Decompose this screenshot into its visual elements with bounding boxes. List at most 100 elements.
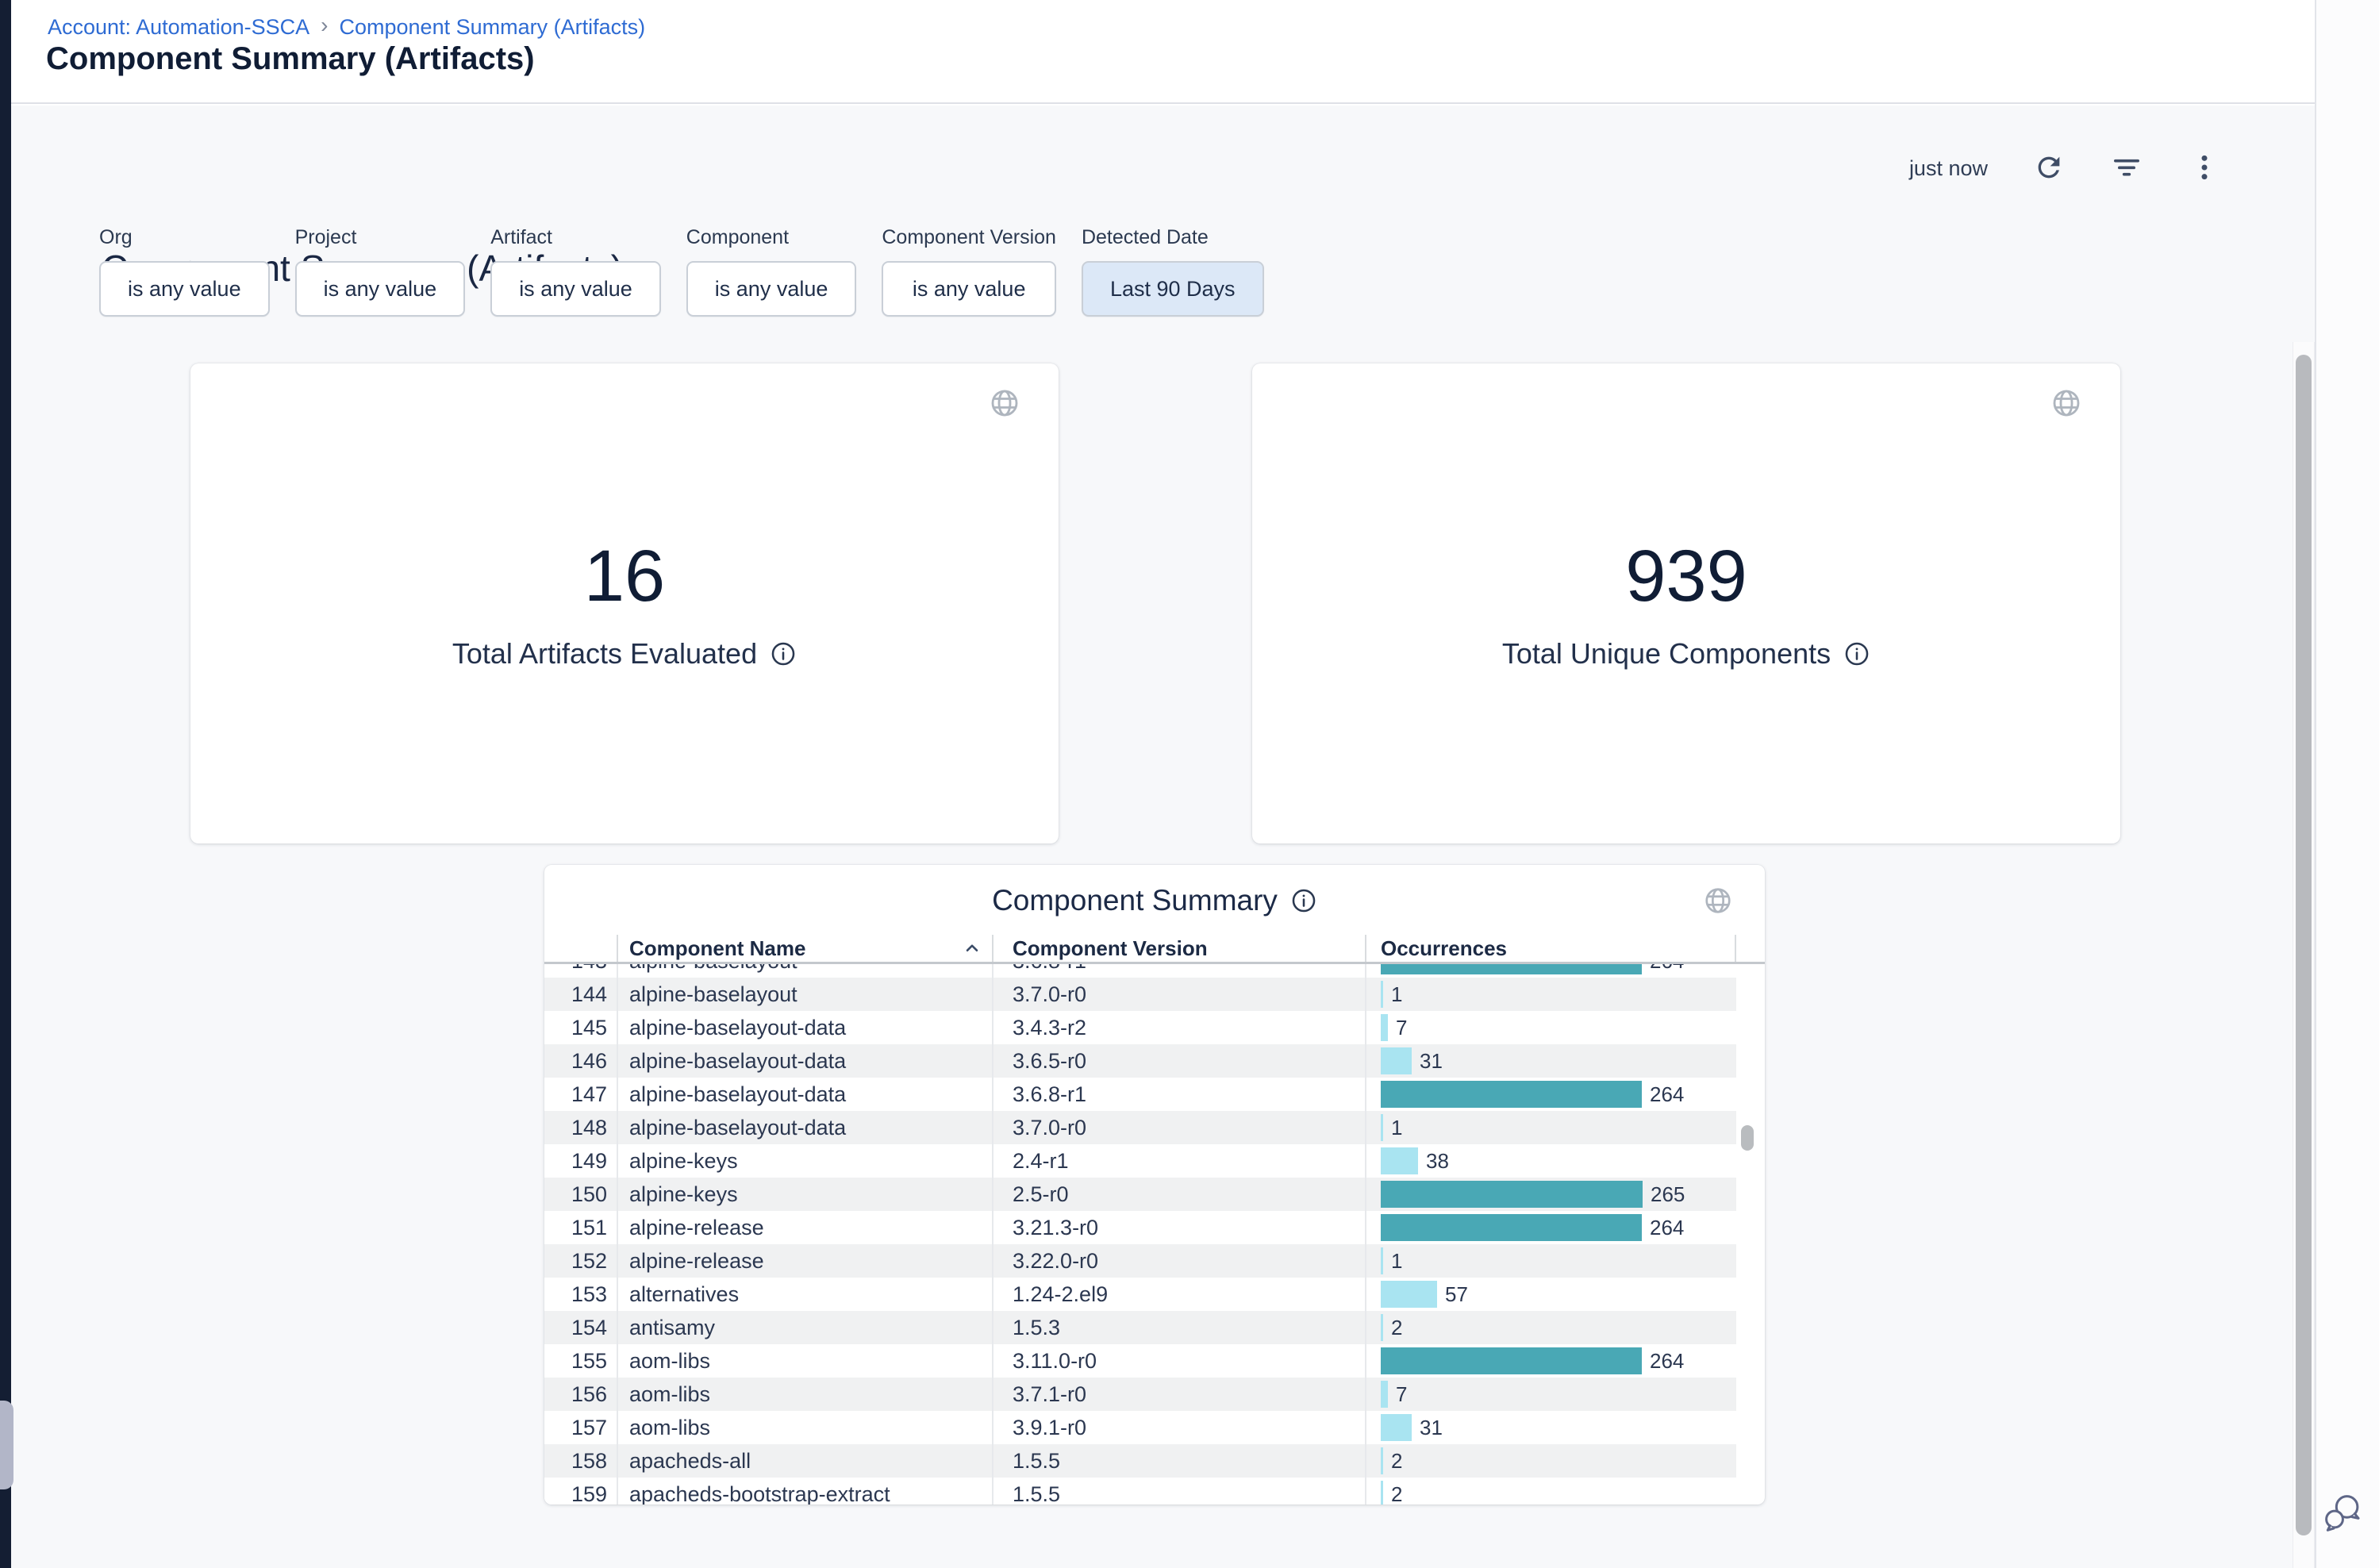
- occurrence-bar: [1381, 1181, 1643, 1208]
- occurrences-cell: 2: [1365, 1444, 1736, 1478]
- table-row[interactable]: 146alpine-baselayout-data3.6.5-r031: [544, 1044, 1736, 1078]
- page-header: Account: Automation-SSCA › Component Sum…: [11, 0, 2315, 104]
- globe-icon: [2050, 387, 2082, 423]
- occurrence-bar: [1381, 1014, 1388, 1041]
- row-index: 153: [544, 1278, 617, 1311]
- table-body: 143alpine-baselayout3.6.8-r1264 144alpin…: [544, 964, 1736, 1505]
- table-row[interactable]: 151alpine-release3.21.3-r0264: [544, 1211, 1736, 1244]
- filter-bar: Org is any value Project is any value Ar…: [99, 226, 1264, 317]
- table-row[interactable]: 143alpine-baselayout3.6.8-r1264: [544, 964, 1736, 978]
- occurrences-column-header[interactable]: Occurrences: [1365, 935, 1736, 962]
- table-row[interactable]: 158apacheds-all1.5.52: [544, 1444, 1736, 1478]
- occurrence-value: 264: [1650, 1082, 1684, 1107]
- table-row[interactable]: 148alpine-baselayout-data3.7.0-r01: [544, 1111, 1736, 1144]
- component-name-cell: alpine-keys: [617, 1178, 992, 1211]
- table-row[interactable]: 153alternatives1.24-2.el957: [544, 1278, 1736, 1311]
- row-index: 143: [544, 964, 617, 978]
- occurrences-cell: 38: [1365, 1144, 1736, 1178]
- filter-org-chip[interactable]: is any value: [99, 261, 270, 317]
- table-scrollbar[interactable]: [1736, 964, 1758, 1496]
- table-row[interactable]: 157aom-libs3.9.1-r031: [544, 1411, 1736, 1444]
- occurrences-cell: 2: [1365, 1311, 1736, 1344]
- occurrence-value: 1: [1391, 982, 1402, 1007]
- row-index: 155: [544, 1344, 617, 1378]
- breadcrumb: Account: Automation-SSCA › Component Sum…: [48, 14, 645, 40]
- occurrence-value: 2: [1391, 1482, 1402, 1505]
- column-label: Occurrences: [1381, 936, 1507, 961]
- filter-project-chip[interactable]: is any value: [295, 261, 466, 317]
- occurrence-value: 2: [1391, 1449, 1402, 1474]
- table-row[interactable]: 156aom-libs3.7.1-r07: [544, 1378, 1736, 1411]
- chat-support-button[interactable]: [2318, 1489, 2369, 1539]
- component-summary-card: Component Summary Component Name: [544, 865, 1765, 1505]
- table-row[interactable]: 149alpine-keys2.4-r138: [544, 1144, 1736, 1178]
- component-version-cell: 3.6.5-r0: [992, 1044, 1365, 1078]
- component-version-cell: 3.6.8-r1: [992, 1078, 1365, 1111]
- stat-label: Total Artifacts Evaluated: [452, 637, 757, 671]
- occurrence-value: 264: [1650, 1216, 1684, 1240]
- occurrence-bar: [1381, 1281, 1437, 1308]
- occurrence-bar: [1381, 1114, 1383, 1141]
- filter-component: Component is any value: [686, 226, 857, 317]
- component-version-cell: 3.7.0-r0: [992, 1111, 1365, 1144]
- collapsed-nav-strip[interactable]: [0, 0, 11, 1568]
- table-title: Component Summary: [992, 884, 1278, 917]
- occurrence-bar: [1381, 1314, 1383, 1341]
- info-icon[interactable]: [1843, 640, 1870, 667]
- component-name-cell: apacheds-all: [617, 1444, 992, 1478]
- filter-component-chip[interactable]: is any value: [686, 261, 857, 317]
- occurrences-cell: 264: [1365, 1344, 1736, 1378]
- refresh-button[interactable]: [2032, 152, 2066, 185]
- nav-drawer-handle[interactable]: [0, 1401, 13, 1489]
- filter-org: Org is any value: [99, 226, 270, 317]
- filter-label: Component: [686, 226, 857, 249]
- filter-icon: [2111, 152, 2143, 186]
- info-icon[interactable]: [1290, 887, 1317, 914]
- component-version-cell: 2.5-r0: [992, 1178, 1365, 1211]
- row-index: 157: [544, 1411, 617, 1444]
- row-index: 144: [544, 978, 617, 1011]
- occurrence-value: 7: [1396, 1016, 1407, 1040]
- index-column-header: [544, 935, 617, 962]
- filter-component-version-chip[interactable]: is any value: [882, 261, 1056, 317]
- breadcrumb-account-link[interactable]: Account: Automation-SSCA: [48, 15, 309, 40]
- filter-button[interactable]: [2110, 152, 2143, 185]
- occurrence-value: 264: [1650, 1349, 1684, 1374]
- component-name-cell: alpine-baselayout: [617, 964, 992, 978]
- occurrence-bar: [1381, 1147, 1418, 1174]
- table-row[interactable]: 155aom-libs3.11.0-r0264: [544, 1344, 1736, 1378]
- table-row[interactable]: 145alpine-baselayout-data3.4.3-r27: [544, 1011, 1736, 1044]
- component-version-cell: 3.22.0-r0: [992, 1244, 1365, 1278]
- table-rows: 144alpine-baselayout3.7.0-r01145alpine-b…: [544, 978, 1736, 1505]
- table-row[interactable]: 150alpine-keys2.5-r0265: [544, 1178, 1736, 1211]
- info-icon[interactable]: [770, 640, 797, 667]
- breadcrumb-page-link[interactable]: Component Summary (Artifacts): [340, 15, 646, 40]
- table-scrollbar-thumb[interactable]: [1741, 1125, 1754, 1151]
- occurrence-value: 1: [1391, 1249, 1402, 1274]
- table-row[interactable]: 154antisamy1.5.32: [544, 1311, 1736, 1344]
- filter-artifact-chip[interactable]: is any value: [490, 261, 661, 317]
- component-name-cell: alpine-release: [617, 1211, 992, 1244]
- filter-label: Project: [295, 226, 466, 249]
- table-row[interactable]: 144alpine-baselayout3.7.0-r01: [544, 978, 1736, 1011]
- column-label: Component Name: [629, 936, 805, 961]
- occurrence-value: 264: [1650, 964, 1684, 974]
- occurrences-cell: 1: [1365, 978, 1736, 1011]
- table-row[interactable]: 159apacheds-bootstrap-extract1.5.52: [544, 1478, 1736, 1505]
- kebab-menu-icon: [2189, 152, 2220, 186]
- dashboard-scrollbar-thumb[interactable]: [2296, 355, 2312, 1535]
- occurrence-value: 31: [1420, 1049, 1443, 1074]
- row-index: 148: [544, 1111, 617, 1144]
- component-version-column-header[interactable]: Component Version: [992, 935, 1365, 962]
- component-name-column-header[interactable]: Component Name: [617, 935, 992, 962]
- filter-label: Artifact: [490, 226, 661, 249]
- sort-asc-icon: [962, 938, 982, 959]
- table-row[interactable]: 152alpine-release3.22.0-r01: [544, 1244, 1736, 1278]
- occurrence-bar: [1381, 1347, 1642, 1374]
- filter-detected-date-chip[interactable]: Last 90 Days: [1082, 261, 1264, 317]
- occurrences-cell: 7: [1365, 1378, 1736, 1411]
- panel-divider: [2315, 0, 2316, 1568]
- table-row[interactable]: 147alpine-baselayout-data3.6.8-r1264: [544, 1078, 1736, 1111]
- occurrences-cell: 57: [1365, 1278, 1736, 1311]
- kebab-menu-button[interactable]: [2188, 152, 2221, 185]
